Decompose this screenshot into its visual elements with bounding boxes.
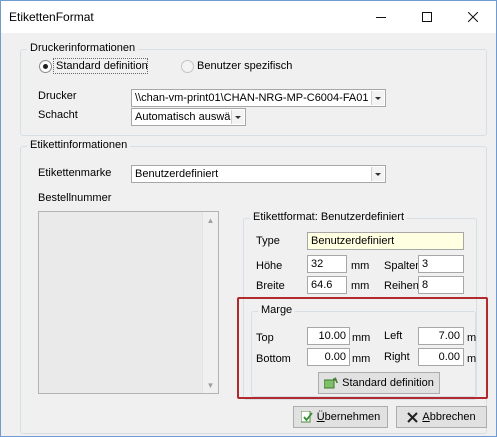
scroll-down-icon[interactable]: ▼ — [203, 377, 218, 393]
width-field[interactable]: 64.6 — [307, 276, 347, 294]
label-brand-select[interactable]: Benutzerdefiniert — [131, 165, 386, 183]
apply-button-label: Übernehmen — [316, 411, 381, 423]
label-brand-value: Benutzerdefiniert — [135, 168, 219, 180]
chevron-down-icon — [235, 115, 241, 119]
apply-icon — [300, 411, 313, 423]
title-bar[interactable]: EtikettenFormat — [1, 1, 496, 33]
chevron-down-icon — [375, 172, 381, 176]
type-label: Type — [256, 235, 280, 247]
columns-field[interactable]: 3 — [418, 255, 464, 273]
maximize-icon — [422, 12, 432, 22]
tray-select-value: Automatisch auswähl — [135, 111, 233, 123]
printer-select-value: \\chan-vm-print01\CHAN-NRG-MP-C6004-FA01 — [135, 92, 369, 104]
close-button[interactable] — [450, 1, 496, 33]
width-unit: mm — [351, 280, 370, 292]
label-format-legend: Etikettformat: Benutzerdefiniert — [250, 211, 408, 223]
order-number-list[interactable]: ▲ ▼ — [38, 211, 219, 394]
standard-definition-radio[interactable] — [39, 60, 52, 73]
cancel-button-label: Abbrechen — [422, 411, 476, 423]
dialog-window: EtikettenFormat Druckerinformationen Sta… — [0, 0, 497, 437]
cancel-icon — [407, 411, 419, 423]
order-list-scrollbar[interactable]: ▲ ▼ — [202, 212, 218, 393]
type-field: Benutzerdefiniert — [307, 232, 464, 250]
width-label: Breite — [256, 280, 285, 292]
height-field[interactable]: 32 — [307, 255, 347, 273]
printer-info-legend: Druckerinformationen — [27, 42, 139, 54]
height-label: Höhe — [256, 260, 283, 272]
chevron-down-icon — [375, 96, 381, 100]
label-brand-label: Etikettenmarke — [38, 167, 112, 179]
rows-label: Reihen — [384, 280, 419, 292]
annotation-highlight-box — [237, 297, 488, 399]
rows-field[interactable]: 8 — [418, 276, 464, 294]
order-number-label: Bestellnummer — [38, 192, 112, 204]
user-specific-radio[interactable] — [181, 60, 194, 73]
scroll-up-icon[interactable]: ▲ — [203, 212, 218, 228]
printer-label: Drucker — [38, 90, 77, 102]
printer-select[interactable]: \\chan-vm-print01\CHAN-NRG-MP-C6004-FA01 — [131, 89, 386, 107]
user-specific-label[interactable]: Benutzer spezifisch — [197, 60, 292, 72]
height-unit: mm — [351, 260, 370, 272]
printer-dropdown-arrow[interactable] — [371, 91, 384, 105]
apply-button[interactable]: Übernehmen — [293, 406, 388, 428]
tray-select[interactable]: Automatisch auswähl — [131, 108, 246, 126]
columns-label: Spalten — [384, 260, 422, 272]
tray-label: Schacht — [38, 109, 78, 121]
label-info-legend: Etikettinformationen — [27, 139, 131, 151]
minimize-button[interactable] — [358, 1, 404, 33]
minimize-icon — [376, 17, 386, 18]
standard-definition-label[interactable]: Standard definition — [56, 60, 148, 72]
tray-dropdown-arrow[interactable] — [231, 110, 244, 124]
window-title: EtikettenFormat — [9, 10, 94, 24]
dialog-client: Druckerinformationen Standard definition… — [1, 33, 496, 436]
close-icon — [468, 12, 478, 22]
cancel-button[interactable]: Abbrechen — [396, 406, 487, 428]
maximize-button[interactable] — [404, 1, 450, 33]
label-brand-dropdown-arrow[interactable] — [371, 167, 384, 181]
